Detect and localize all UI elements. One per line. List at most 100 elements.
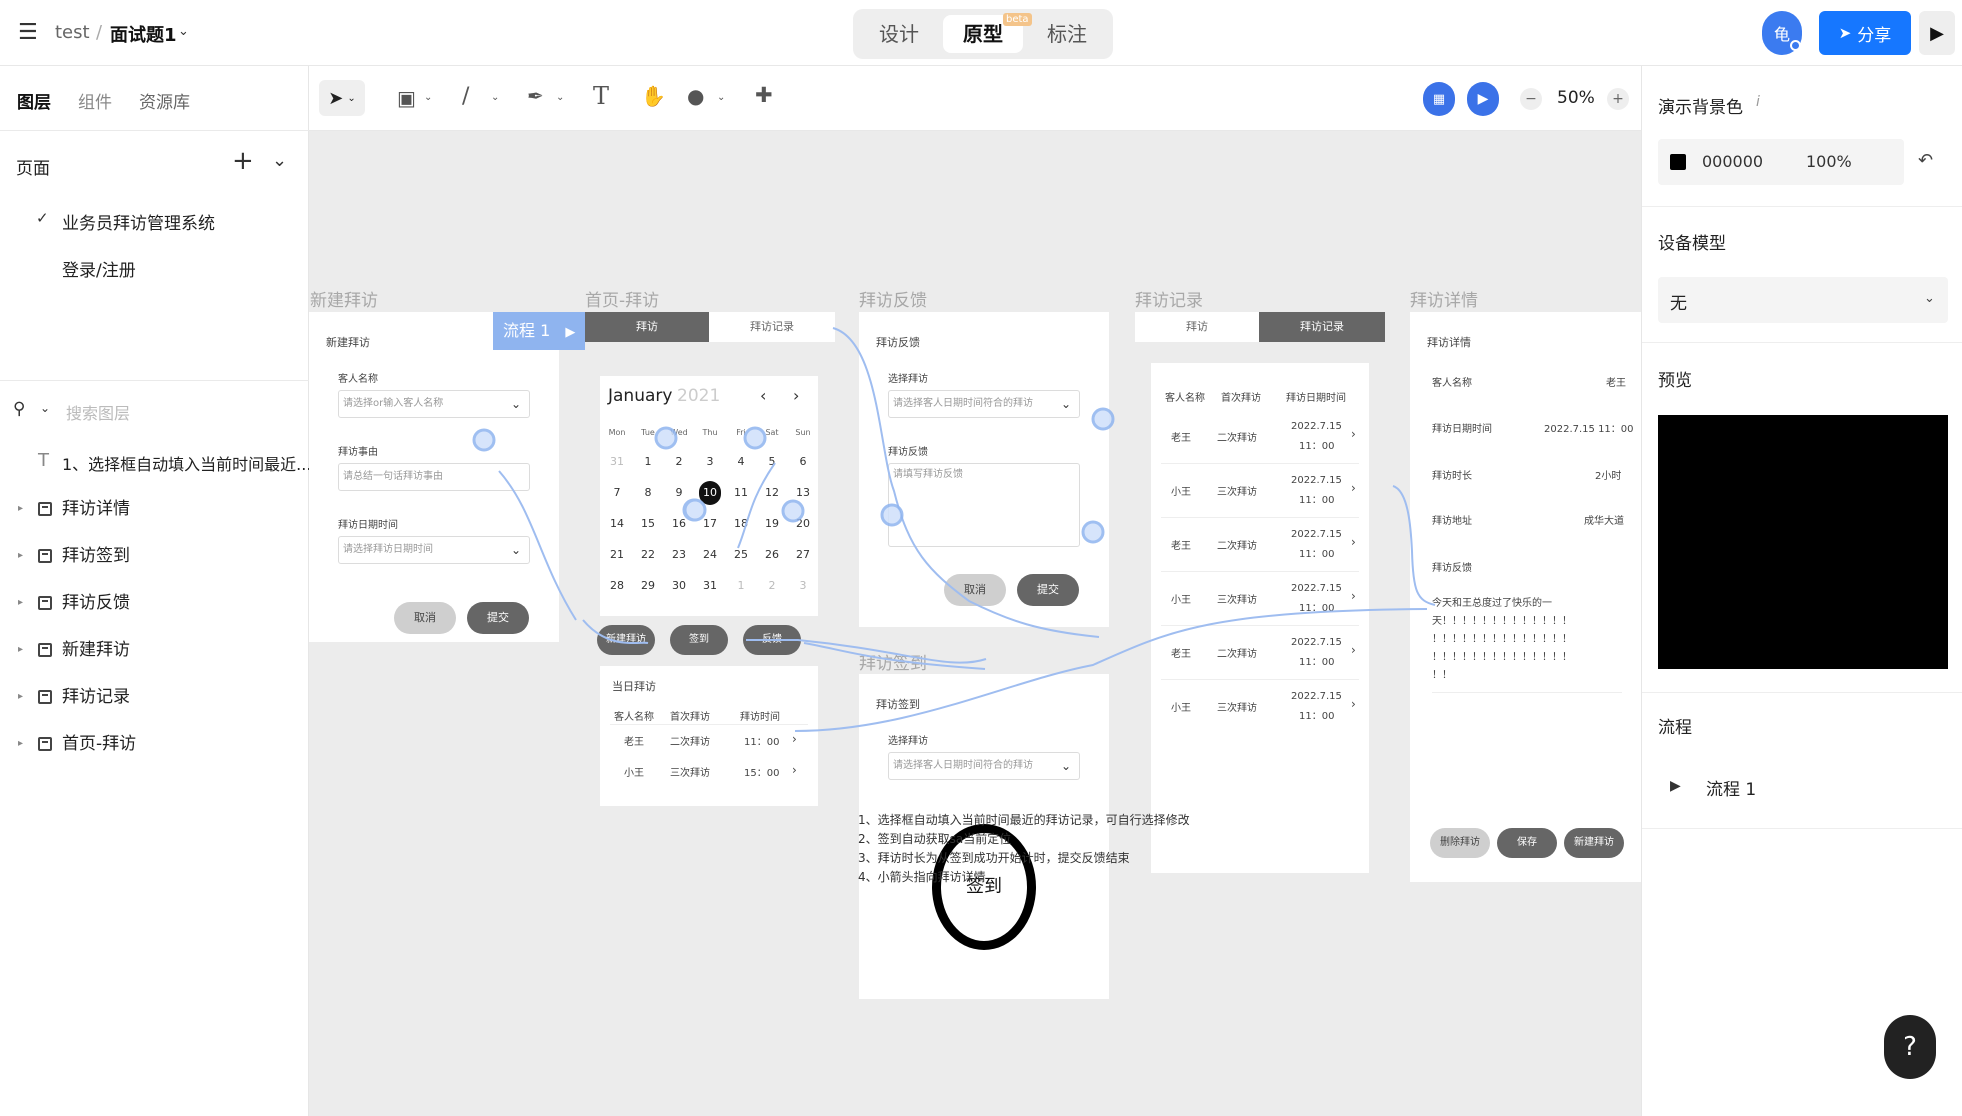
tab-design[interactable]: 设计 [859,15,939,53]
frame-icon [38,596,52,610]
line-tool-icon[interactable]: / [462,84,469,109]
check-icon: ✓ [36,209,49,227]
bg-color-title: 演示背景色 [1658,98,1743,118]
expand-icon[interactable]: ▸ [18,674,23,720]
hand-tool-icon[interactable]: ✋ [641,84,666,108]
divider [0,380,309,381]
flow-node [743,426,767,450]
left-panel: 图层 组件 资源库 页面 + ⌄ ✓ 业务员拜访管理系统 登录/注册 ⚲ ⌄ 搜… [0,66,311,1116]
flow-node [781,499,805,523]
layer-item[interactable]: ▸ 拜访签到 [0,533,309,579]
share-label: 分享 [1857,25,1892,46]
bg-color-hex[interactable]: 000000 [1702,152,1763,171]
expand-icon[interactable]: ▸ [18,627,23,673]
menu-icon[interactable]: ☰ [18,20,38,45]
add-page-icon[interactable]: + [232,146,254,176]
grid-view-button[interactable]: ▦ [1423,82,1455,116]
bg-color-opacity[interactable]: 100% [1806,152,1852,171]
flow-item[interactable]: 流程 1 [1706,775,1756,800]
move-tool[interactable]: ➤ ⌄ [319,80,365,116]
chevron-down-icon: ⌄ [1924,291,1935,306]
frame-tool-icon[interactable]: ▣ [397,86,416,110]
text-tool-icon[interactable]: T [593,82,609,110]
chevron-down-icon[interactable]: ⌄ [491,92,499,103]
text-layer-icon: T [38,450,49,471]
share-button[interactable]: ➤ 分享 [1819,11,1911,55]
flow-node [683,498,707,522]
reset-icon[interactable]: ↶ [1918,150,1933,171]
preview-box [1658,415,1948,669]
play-icon[interactable]: ▶ [1670,778,1681,794]
tab-assets[interactable]: 资源库 [139,88,190,113]
breadcrumb-separator: / [96,22,103,43]
layer-label: 首页-拜访 [62,734,137,754]
layer-label: 拜访反馈 [62,593,130,613]
tab-annotation[interactable]: 标注 [1027,15,1107,53]
layer-item[interactable]: ▸ 首页-拜访 [0,721,309,767]
zoom-in-button[interactable]: + [1607,88,1629,110]
note-line[interactable]: 1、选择框自动填入当前时间最近的拜访记录，可自行选择修改 [858,811,1190,828]
expand-icon[interactable]: ▸ [18,721,23,767]
zoom-level[interactable]: 50% [1557,88,1595,108]
chevron-down-icon: ⌄ [347,92,356,104]
divider [0,130,309,131]
file-name[interactable]: 面试题1 [110,21,177,47]
pen-tool-icon[interactable]: ✒ [527,84,544,108]
color-swatch[interactable] [1670,154,1686,170]
frame-icon [38,549,52,563]
collapse-icon[interactable]: ⌄ [272,150,287,171]
info-icon[interactable]: i [1756,94,1760,110]
divider [1642,342,1962,343]
tab-components[interactable]: 组件 [78,88,112,113]
send-icon: ➤ [1838,24,1852,42]
play-button[interactable]: ▶ [1919,11,1955,55]
expand-icon[interactable]: ▸ [18,533,23,579]
play-icon: ▶ [1477,91,1489,107]
flow-node [1091,407,1115,431]
layer-item[interactable]: ▸ 拜访记录 [0,674,309,720]
chevron-down-icon[interactable]: ⌄ [556,92,564,103]
expand-icon[interactable]: ▸ [18,580,23,626]
page-item-main[interactable]: 业务员拜访管理系统 [62,209,215,234]
play-icon: ▶ [1930,22,1944,44]
chevron-down-icon[interactable]: ⌄ [717,92,725,103]
note-line[interactable]: 3、拜访时长为从签到成功开始计时，提交反馈结束 [858,849,1130,866]
divider [1642,828,1962,829]
note-line[interactable]: 2、签到自动获取sa当前定位 [858,830,1011,847]
canvas[interactable]: 新建拜访 首页-拜访 拜访反馈 拜访记录 拜访详情 拜访签到 新建拜访 客人名称… [309,131,1641,1116]
help-button[interactable]: ? [1884,1015,1936,1079]
avatar-initial: 龟 [1773,25,1790,44]
layer-item[interactable]: ▸ 新建拜访 [0,627,309,673]
layer-item[interactable]: ▸ 拜访详情 [0,486,309,532]
chevron-down-icon[interactable]: ⌄ [178,24,189,39]
note-line[interactable]: 4、小箭头指向拜访详情 [858,868,986,885]
chevron-down-icon[interactable]: ⌄ [40,401,50,415]
bg-color-field[interactable]: 000000 100% [1658,139,1904,185]
comment-tool-icon[interactable]: ● [687,84,704,108]
connector-new-visit [498,470,577,621]
chevron-down-icon[interactable]: ⌄ [424,92,432,103]
flow-node [1081,520,1105,544]
project-name[interactable]: test [55,22,90,43]
frame-icon [38,643,52,657]
tab-layers[interactable]: 图层 [17,88,51,113]
connector-checkin [803,642,986,670]
zoom-out-button[interactable]: − [1520,88,1542,110]
flow-connectors [472,327,1436,732]
layer-text-note[interactable]: 1、选择框自动填入当前时间最近... [62,451,311,475]
flow-play-button[interactable]: ▶ [1467,82,1499,116]
connector-feedback-btn [746,639,987,664]
right-panel: 演示背景色 i 000000 100% ↶ 设备模型 无 ⌄ 预览 流程 ▶ 流… [1641,66,1962,1116]
connector-row-to-checkin [794,608,1428,732]
page-item-login[interactable]: 登录/注册 [62,256,136,281]
connector-feedback-flow [832,327,1100,638]
layer-item[interactable]: ▸ 拜访反馈 [0,580,309,626]
search-icon: ⚲ [13,399,26,419]
frame-icon [38,502,52,516]
device-select[interactable]: 无 ⌄ [1658,277,1948,323]
layer-label: 新建拜访 [62,640,130,660]
preview-title: 预览 [1658,371,1692,391]
expand-icon[interactable]: ▸ [18,486,23,532]
layer-search-input[interactable]: 搜索图层 [66,400,130,424]
plugin-icon[interactable]: ✚ [755,83,773,107]
